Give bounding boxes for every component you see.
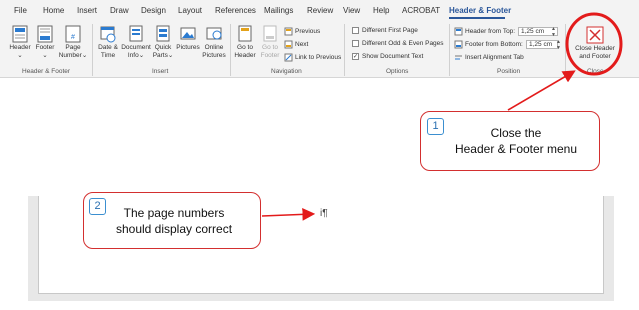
- callout-page-numbers: 2 The page numbers should display correc…: [83, 192, 261, 249]
- callout-close-menu: 1 Close the Header & Footer menu: [420, 111, 600, 171]
- arrow-to-page-number: [261, 207, 316, 221]
- arrow-to-close-button: [507, 70, 576, 111]
- callout-line-2: should display correct: [115, 222, 233, 236]
- callout-text: Close the Header & Footer menu: [431, 125, 601, 157]
- highlight-ring: [565, 12, 623, 76]
- callout-text: The page numbers should display correct: [94, 205, 254, 237]
- callout-line-1: The page numbers: [123, 206, 225, 220]
- callout-line-1: Close the: [490, 126, 542, 140]
- callout-line-2: Header & Footer menu: [454, 142, 578, 156]
